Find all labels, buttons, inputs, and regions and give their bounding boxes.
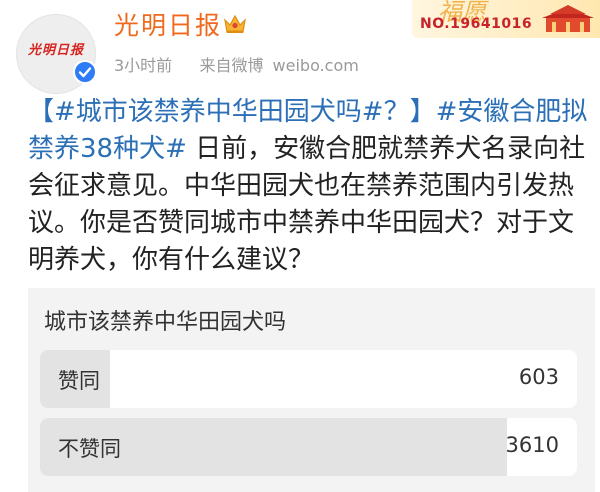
poll-option-count: 3610: [505, 433, 559, 457]
user-name[interactable]: 光明日报: [114, 6, 222, 42]
crown-icon: [224, 14, 246, 33]
post-meta: 3小时前 来自微博 weibo.com: [114, 52, 359, 76]
tiananmen-icon: [542, 5, 594, 32]
poll-option-label: 赞同: [58, 369, 100, 393]
poll-option-disagree[interactable]: 不赞同 3610: [40, 418, 577, 476]
banner-number: NO.19641016: [420, 16, 533, 32]
hashtag-link[interactable]: 【#城市该禁养中华田园犬吗#？】: [28, 97, 436, 127]
post-source[interactable]: 来自微博 weibo.com: [199, 56, 358, 75]
post-text: 【#城市该禁养中华田园犬吗#？】#安徽合肥拟禁养38种犬# 日前，安徽合肥就禁养…: [28, 94, 588, 279]
member-banner[interactable]: 福愿 NO.19641016: [412, 0, 600, 38]
poll-card: 城市该禁养中华田园犬吗 赞同 603 不赞同 3610: [28, 288, 595, 492]
verified-icon: [73, 60, 97, 84]
poll-option-agree[interactable]: 赞同 603: [40, 350, 577, 408]
post-time: 3小时前: [114, 56, 173, 75]
poll-title: 城市该禁养中华田园犬吗: [44, 310, 287, 335]
avatar-logo-text: 光明日报: [27, 43, 84, 58]
poll-option-label: 不赞同: [58, 437, 121, 461]
post-header: 光明日报 光明日报 3小时前 来自微博 weibo.com 福愿 NO.1964…: [0, 0, 600, 95]
poll-option-count: 603: [518, 365, 559, 389]
